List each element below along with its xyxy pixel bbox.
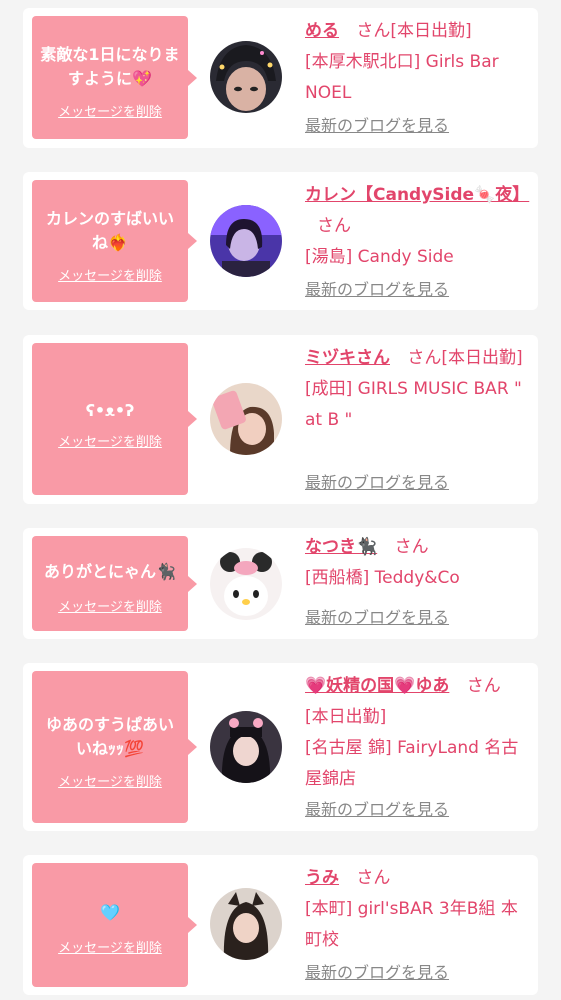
shop-info: [名古屋 錦] FairyLand 名古屋錦店: [305, 738, 519, 789]
avatar[interactable]: [210, 205, 282, 277]
honorific-label: さん: [356, 21, 391, 41]
profile-photo-icon: [210, 888, 282, 960]
shop-info: [本厚木駅北口] Girls Bar NOEL: [305, 52, 499, 103]
cast-name-link[interactable]: ミヅキさん: [305, 348, 390, 368]
avatar[interactable]: [210, 548, 282, 620]
cast-info: 💗妖精の国💗ゆあ さん [本日出勤] [名古屋 錦] FairyLand 名古屋…: [305, 671, 531, 795]
profile-photo-icon: [210, 711, 282, 783]
message-list: 素敵な1日になりますように💖 メッセージを削除 める さん[本日出勤] [本厚木…: [0, 0, 561, 1000]
message-card: 素敵な1日になりますように💖 メッセージを削除 める さん[本日出勤] [本厚木…: [23, 8, 538, 148]
avatar[interactable]: [210, 41, 282, 113]
honorific-label: さん: [394, 537, 429, 557]
honorific-label: さん: [407, 348, 442, 368]
profile-photo-icon: [210, 383, 282, 455]
honorific-label: さん: [317, 216, 351, 236]
avatar[interactable]: [210, 383, 282, 455]
latest-blog-link[interactable]: 最新のブログを見る: [305, 116, 449, 136]
message-card: ʕ•ᴥ•ʔ メッセージを削除 ミヅキさん さん[本日出勤] [成田] GIRLS…: [23, 335, 538, 504]
message-text: ゆあのすうぱあいいねｯｯ💯: [45, 715, 174, 758]
message-text: カレンのすばいいね❤️‍🔥: [45, 209, 174, 252]
message-text: 🩵: [100, 903, 120, 922]
cast-info: める さん[本日出勤] [本厚木駅北口] Girls Bar NOEL: [305, 16, 531, 109]
latest-blog-link[interactable]: 最新のブログを見る: [305, 800, 449, 820]
delete-message-link[interactable]: メッセージを削除: [32, 269, 188, 285]
work-status: [本日出勤]: [390, 21, 472, 41]
work-status: [本日出勤]: [441, 348, 523, 368]
cast-name-link[interactable]: うみ: [305, 868, 339, 888]
cast-info: ミヅキさん さん[本日出勤] [成田] GIRLS MUSIC BAR " at…: [305, 343, 531, 436]
delete-message-link[interactable]: メッセージを削除: [32, 941, 188, 957]
honorific-label: さん: [356, 868, 391, 888]
avatar[interactable]: [210, 888, 282, 960]
profile-photo-icon: [210, 205, 282, 277]
work-status: [本日出勤]: [305, 707, 387, 727]
cast-name-link[interactable]: なつき🐈‍⬛: [305, 537, 377, 557]
cast-info: うみ さん [本町] girl'sBAR 3年B組 本町校: [305, 863, 531, 956]
delete-message-link[interactable]: メッセージを削除: [32, 105, 188, 121]
shop-info: [西船橋] Teddy&Co: [305, 568, 460, 588]
message-text: ʕ•ᴥ•ʔ: [85, 401, 135, 420]
cast-name-link[interactable]: 💗妖精の国💗ゆあ: [305, 676, 449, 696]
message-text: 素敵な1日になりますように💖: [40, 45, 180, 88]
shop-info: [本町] girl'sBAR 3年B組 本町校: [305, 899, 518, 950]
cast-info: なつき🐈‍⬛ さん [西船橋] Teddy&Co: [305, 532, 531, 594]
message-bubble: 素敵な1日になりますように💖 メッセージを削除: [32, 16, 197, 139]
cast-name-link[interactable]: カレン【CandySide🍬夜】: [305, 185, 529, 205]
latest-blog-link[interactable]: 最新のブログを見る: [305, 473, 449, 493]
delete-message-link[interactable]: メッセージを削除: [32, 435, 188, 451]
cast-info: カレン【CandySide🍬夜】 さん [湯島] Candy Side: [305, 180, 531, 273]
message-card: ありがとにゃん🐈‍⬛ メッセージを削除 なつき🐈‍⬛ さん [西船橋] Tedd…: [23, 528, 538, 639]
message-card: 🩵 メッセージを削除 うみ さん [本町] girl'sBAR 3年B組 本町校…: [23, 855, 538, 995]
message-bubble: カレンのすばいいね❤️‍🔥 メッセージを削除: [32, 180, 197, 302]
delete-message-link[interactable]: メッセージを削除: [32, 600, 188, 616]
message-bubble: 🩵 メッセージを削除: [32, 863, 197, 987]
shop-info: [湯島] Candy Side: [305, 247, 454, 267]
message-card: カレンのすばいいね❤️‍🔥 メッセージを削除 カレン【CandySide🍬夜】 …: [23, 172, 538, 310]
message-bubble: ありがとにゃん🐈‍⬛ メッセージを削除: [32, 536, 197, 631]
message-text: ありがとにゃん🐈‍⬛: [44, 562, 176, 581]
latest-blog-link[interactable]: 最新のブログを見る: [305, 608, 449, 628]
latest-blog-link[interactable]: 最新のブログを見る: [305, 963, 449, 983]
profile-photo-icon: [210, 41, 282, 113]
message-card: ゆあのすうぱあいいねｯｯ💯 メッセージを削除 💗妖精の国💗ゆあ さん [本日出勤…: [23, 663, 538, 831]
delete-message-link[interactable]: メッセージを削除: [32, 775, 188, 791]
avatar[interactable]: [210, 711, 282, 783]
cast-name-link[interactable]: める: [305, 21, 339, 41]
profile-photo-icon: [210, 548, 282, 620]
honorific-label: さん: [466, 676, 501, 696]
shop-info: [成田] GIRLS MUSIC BAR " at B ": [305, 379, 522, 430]
latest-blog-link[interactable]: 最新のブログを見る: [305, 280, 449, 300]
message-bubble: ʕ•ᴥ•ʔ メッセージを削除: [32, 343, 197, 495]
message-bubble: ゆあのすうぱあいいねｯｯ💯 メッセージを削除: [32, 671, 197, 823]
